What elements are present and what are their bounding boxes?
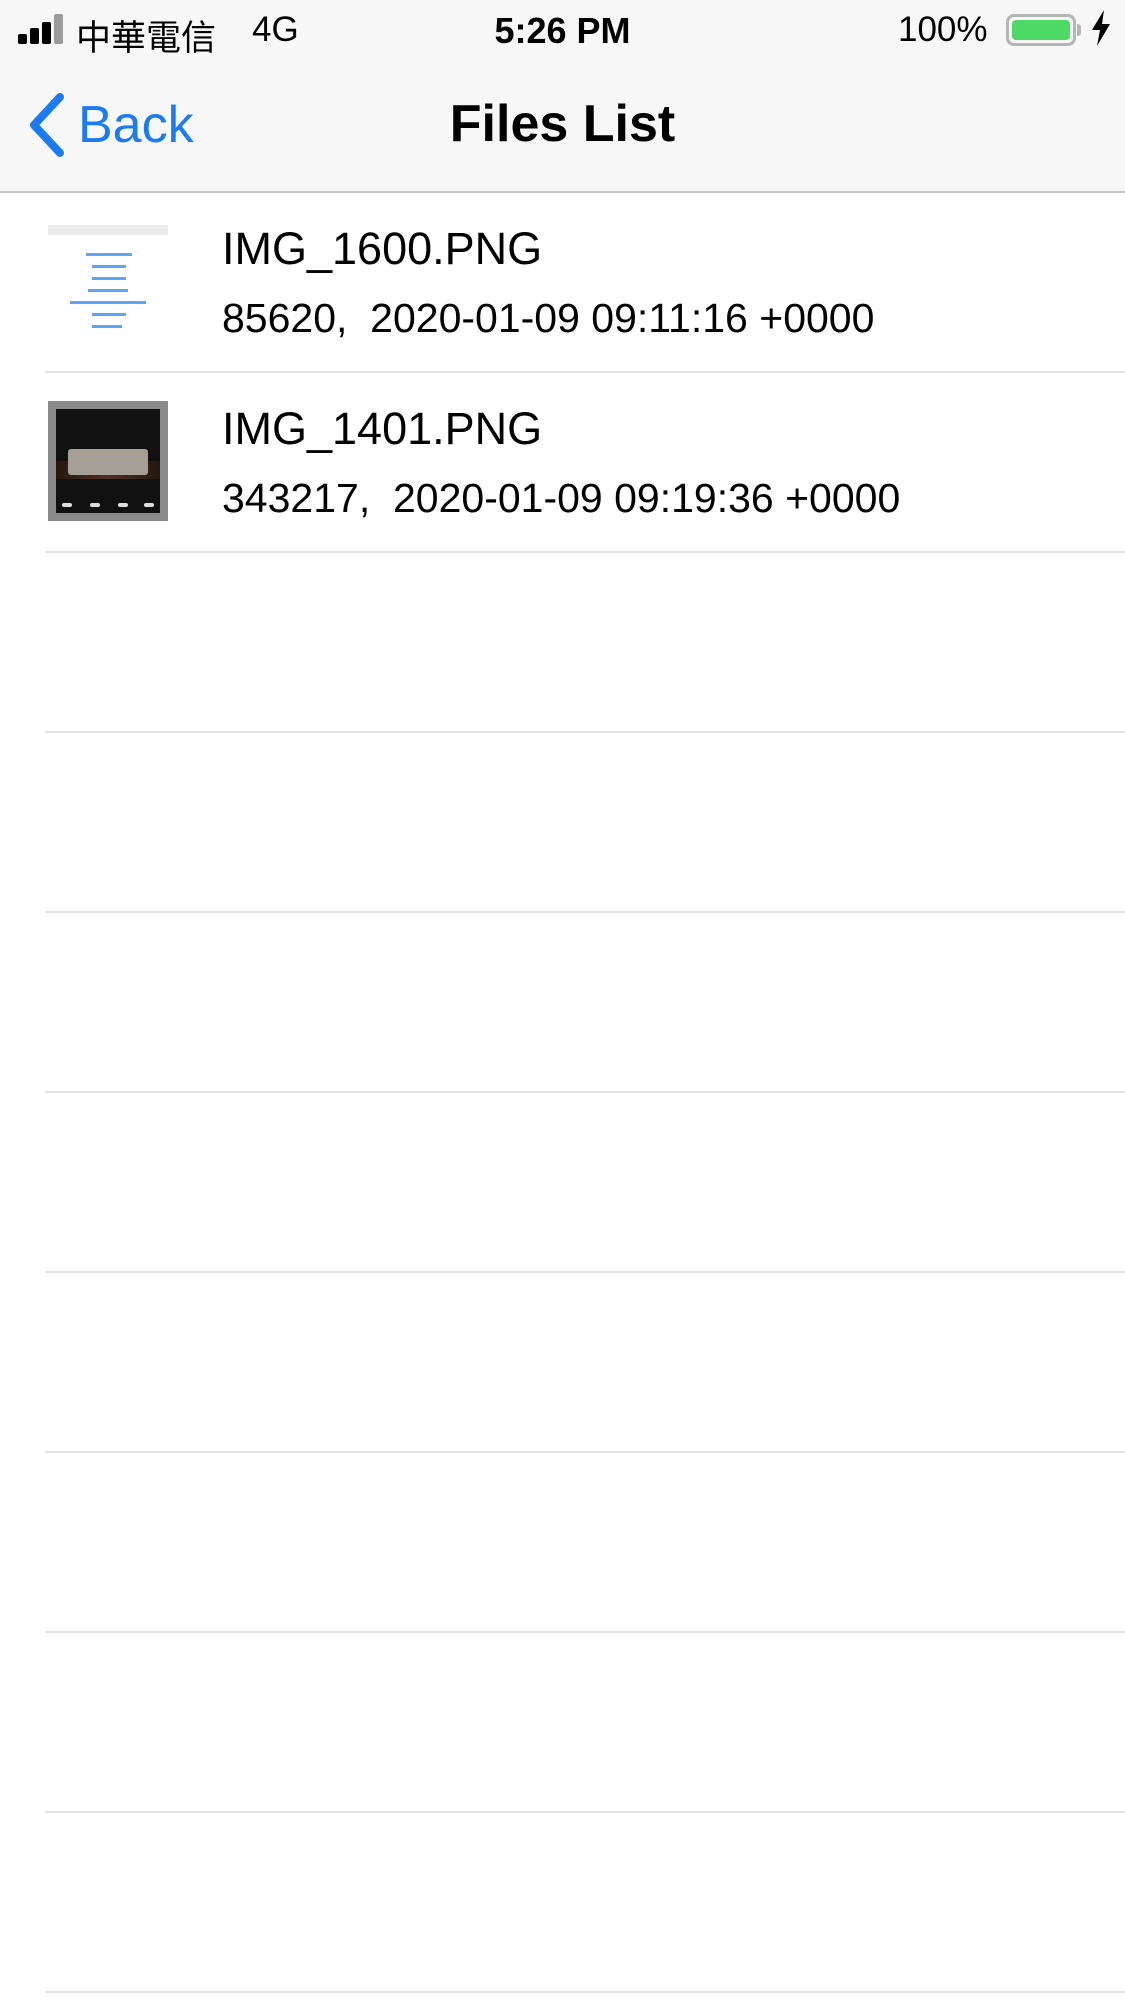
empty-row <box>0 1813 1125 1993</box>
files-list: IMG_1600.PNG 85620, 2020-01-09 09:11:16 … <box>0 193 1125 1993</box>
row-divider <box>45 1991 1125 1993</box>
file-row[interactable]: IMG_1600.PNG 85620, 2020-01-09 09:11:16 … <box>0 193 1125 373</box>
file-thumbnail <box>48 221 168 341</box>
battery-nub <box>1077 24 1081 36</box>
file-name: IMG_1401.PNG <box>222 403 543 454</box>
empty-row <box>0 1273 1125 1453</box>
file-row[interactable]: IMG_1401.PNG 343217, 2020-01-09 09:19:36… <box>0 373 1125 553</box>
file-thumbnail <box>48 401 168 521</box>
empty-row <box>0 733 1125 913</box>
page-title: Files List <box>449 95 676 153</box>
empty-row <box>0 1633 1125 1813</box>
empty-row <box>0 553 1125 733</box>
bolt-icon <box>1092 10 1110 46</box>
top-bar: 中華電信 4G 5:26 PM 100% Back Files List <box>0 0 1125 193</box>
file-meta: 85620, 2020-01-09 09:11:16 +0000 <box>222 295 875 341</box>
file-meta: 343217, 2020-01-09 09:19:36 +0000 <box>222 475 901 521</box>
empty-row <box>0 913 1125 1093</box>
battery-icon <box>1006 14 1076 46</box>
file-name: IMG_1600.PNG <box>222 223 543 274</box>
empty-row <box>0 1453 1125 1633</box>
status-bar: 中華電信 4G 5:26 PM 100% <box>0 0 1125 62</box>
empty-row <box>0 1093 1125 1273</box>
battery-percent: 100% <box>898 10 988 49</box>
navigation-bar: Back Files List <box>0 62 1125 192</box>
